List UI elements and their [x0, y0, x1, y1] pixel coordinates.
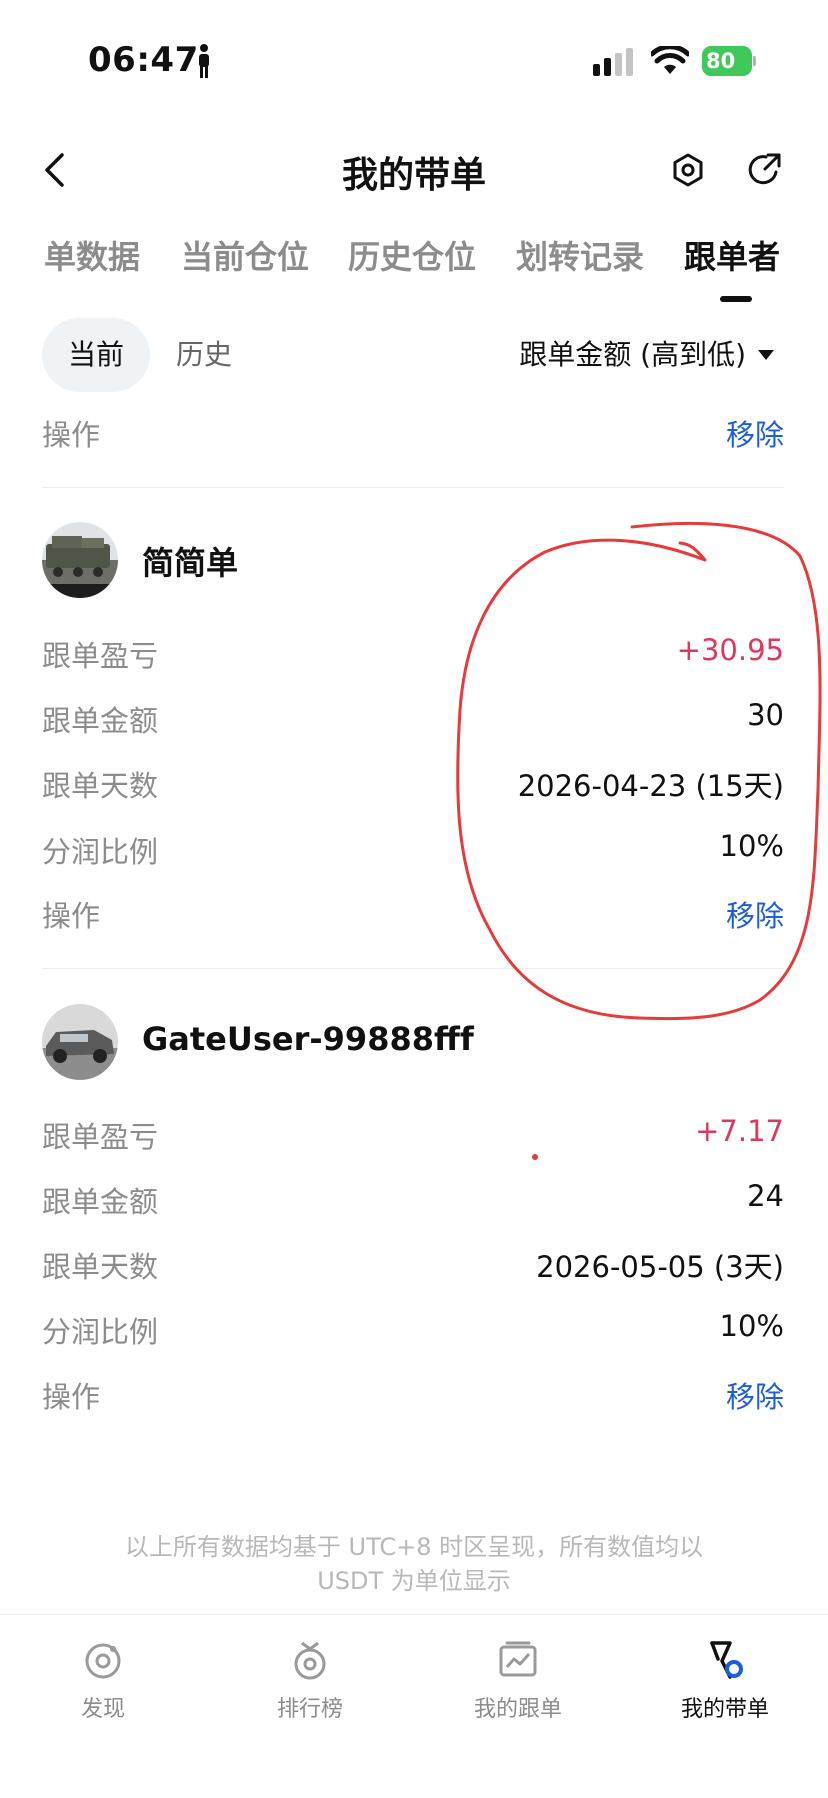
tab-bar: 单数据 当前仓位 历史仓位 划转记录 跟单者: [0, 232, 828, 302]
days-value: 2026-05-05 (3天): [536, 1250, 784, 1284]
divider: [42, 487, 784, 488]
signal-icon: [593, 48, 633, 76]
row-days: 跟单天数 2026-05-05 (3天): [42, 1244, 784, 1284]
follower-name: GateUser-99888fff: [142, 1020, 474, 1058]
nav-label: 排行榜: [276, 1697, 343, 1722]
share-icon[interactable]: [746, 152, 782, 188]
bottom-nav: 发现 排行榜 我的跟单 我的带单: [0, 1614, 828, 1798]
tab-followers[interactable]: 跟单者: [684, 232, 780, 278]
profit-share-value: 10%: [719, 1309, 784, 1343]
nav-label: 我的带单: [680, 1697, 769, 1722]
amount-value: 24: [747, 1179, 784, 1213]
discover-icon: [85, 1643, 121, 1679]
remove-button[interactable]: 移除: [726, 1374, 784, 1416]
row-pnl: 跟单盈亏 +7.17: [42, 1114, 784, 1154]
sort-selector[interactable]: 跟单金额 (高到低): [519, 318, 746, 392]
pnl-value: +30.95: [676, 633, 784, 667]
row-amount: 跟单金额 24: [42, 1179, 784, 1219]
row-label: 跟单盈亏: [42, 639, 159, 673]
tab-history-positions[interactable]: 历史仓位: [348, 232, 476, 278]
timezone-footnote: 以上所有数据均基于 UTC+8 时区呈现，所有数值均以 USDT 为单位显示: [100, 1530, 728, 1598]
battery-cap: [753, 56, 756, 66]
follower-header: 简简单: [42, 522, 784, 598]
row-amount: 跟单金额 30: [42, 698, 784, 738]
nav-my-lead[interactable]: 我的带单: [655, 1639, 795, 1723]
footnote-line: USDT 为单位显示: [317, 1567, 511, 1595]
nav-ranking[interactable]: 排行榜: [240, 1639, 380, 1723]
segment-history[interactable]: 历史: [176, 318, 232, 392]
nav-discover[interactable]: 发现: [33, 1639, 173, 1723]
pnl-value: +7.17: [695, 1114, 784, 1148]
avatar[interactable]: [42, 1004, 118, 1080]
caret-down-icon[interactable]: [756, 348, 776, 362]
amount-value: 30: [747, 698, 784, 732]
row-profit-share: 分润比例 10%: [42, 829, 784, 869]
nav-label: 我的跟单: [473, 1697, 562, 1722]
row-label: 跟单金额: [42, 1185, 159, 1219]
footnote-line: 以上所有数据均基于 UTC+8 时区呈现，所有数值均以: [124, 1533, 704, 1561]
row-days: 跟单天数 2026-04-23 (15天): [42, 763, 784, 803]
days-value: 2026-04-23 (15天): [517, 769, 784, 803]
row-label: 分润比例: [42, 835, 159, 869]
tab-indicator: [720, 296, 752, 302]
wifi-icon: [651, 46, 689, 74]
nav-label: 发现: [80, 1697, 125, 1722]
battery-indicator: 80: [702, 46, 756, 76]
profit-share-value: 10%: [719, 829, 784, 863]
nav-my-copy[interactable]: 我的跟单: [448, 1639, 588, 1723]
partial-row-action: 操作 移除: [42, 412, 784, 452]
row-profit-share: 分润比例 10%: [42, 1309, 784, 1349]
my-lead-icon: [710, 1641, 743, 1679]
my-copy-icon: [499, 1641, 537, 1677]
row-label: 跟单天数: [42, 769, 159, 803]
tab-current-positions[interactable]: 当前仓位: [181, 232, 309, 278]
row-label: 跟单金额: [42, 704, 159, 738]
filter-bar: 当前 历史 跟单金额 (高到低): [0, 318, 828, 392]
row-label: 操作: [42, 1380, 101, 1414]
header: 我的带单: [0, 130, 828, 210]
person-icon: [199, 44, 209, 78]
settings-icon[interactable]: [670, 152, 706, 188]
row-label: 分润比例: [42, 1315, 159, 1349]
follower-name: 简简单: [142, 544, 239, 582]
red-dot-annotation: [532, 1154, 538, 1160]
tab-transfer-records[interactable]: 划转记录: [516, 232, 644, 278]
remove-button[interactable]: 移除: [726, 412, 784, 454]
tab-data[interactable]: 单数据: [44, 232, 140, 278]
row-action: 操作 移除: [42, 1374, 784, 1414]
battery-level: 80: [702, 46, 752, 76]
status-bar: 06:47 80: [0, 0, 828, 110]
avatar[interactable]: [42, 522, 118, 598]
row-label: 操作: [42, 899, 101, 933]
row-label: 跟单盈亏: [42, 1120, 159, 1154]
follower-header: GateUser-99888fff: [42, 1004, 784, 1080]
status-time: 06:47: [88, 40, 199, 80]
segment-current[interactable]: 当前: [42, 318, 150, 392]
row-pnl: 跟单盈亏 +30.95: [42, 633, 784, 673]
row-action: 操作 移除: [42, 893, 784, 933]
row-label: 操作: [42, 418, 101, 452]
ranking-icon: [294, 1641, 326, 1680]
remove-button[interactable]: 移除: [726, 893, 784, 935]
divider: [42, 968, 784, 969]
row-label: 跟单天数: [42, 1250, 159, 1284]
